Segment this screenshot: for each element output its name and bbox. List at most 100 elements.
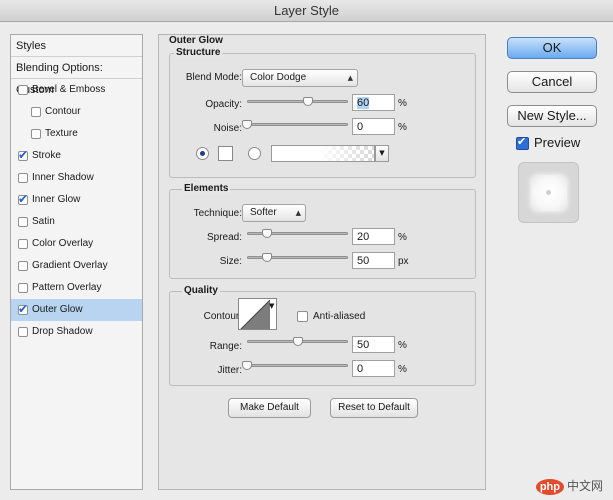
spread-input[interactable]: 20	[352, 228, 395, 245]
jitter-value: 0	[357, 363, 364, 375]
opacity-input[interactable]: 60	[352, 94, 395, 111]
jitter-label: Jitter:	[217, 365, 242, 376]
style-item[interactable]: Outer Glow	[11, 299, 142, 321]
reset-to-default-button[interactable]: Reset to Default	[330, 398, 418, 418]
style-item-checkbox[interactable]	[18, 148, 28, 162]
contour-dropdown-icon: ▼	[269, 302, 275, 310]
style-item[interactable]: Contour	[11, 101, 142, 123]
style-item[interactable]: Inner Shadow	[11, 167, 142, 189]
window-title: Layer Style	[273, 3, 340, 18]
noise-slider-knob[interactable]	[242, 120, 252, 129]
outer-glow-panel: Outer Glow Structure Blend Mode: Color D…	[158, 34, 486, 490]
noise-slider-track[interactable]	[247, 123, 348, 126]
style-item-label: Stroke	[32, 150, 61, 161]
jitter-unit: %	[398, 364, 407, 375]
preview-swatch	[531, 175, 567, 211]
style-item-label: Outer Glow	[32, 304, 83, 315]
watermark-text: 中文网	[566, 479, 603, 493]
style-item[interactable]: Gradient Overlay	[11, 255, 142, 277]
size-unit: px	[398, 256, 409, 267]
style-item-checkbox[interactable]	[18, 239, 28, 249]
style-item-checkbox[interactable]	[18, 327, 28, 337]
jitter-slider-track[interactable]	[247, 364, 348, 367]
style-items: Bevel & Emboss Contour Texture Stroke Inner …	[11, 79, 142, 343]
noise-value: 0	[357, 121, 364, 133]
elements-title: Elements	[182, 183, 231, 194]
style-item[interactable]: Inner Glow	[11, 189, 142, 211]
contour-label: Contour:	[203, 311, 242, 322]
structure-title: Structure	[174, 47, 223, 58]
blend-mode-value: Color Dodge	[250, 72, 307, 83]
style-item[interactable]: Drop Shadow	[11, 321, 142, 343]
new-style-button[interactable]: New Style...	[507, 105, 597, 127]
styles-header[interactable]: Styles	[11, 35, 142, 57]
opacity-slider-track[interactable]	[247, 100, 348, 103]
title-bar: Layer Style	[0, 0, 613, 22]
panel-title: Outer Glow	[169, 35, 223, 46]
range-label: Range:	[209, 341, 242, 352]
anti-aliased-checkbox[interactable]	[297, 311, 308, 322]
style-item[interactable]: Texture	[11, 123, 142, 145]
spread-slider-knob[interactable]	[262, 229, 273, 238]
spread-value: 20	[357, 231, 370, 243]
style-item-label: Drop Shadow	[32, 326, 93, 337]
style-item-label: Inner Shadow	[32, 172, 94, 183]
cancel-button[interactable]: Cancel	[507, 71, 597, 93]
opacity-label: Opacity:	[205, 99, 242, 110]
preview-thumbnail	[518, 162, 579, 223]
blend-mode-select[interactable]: Color Dodge ▲	[242, 69, 358, 87]
blending-options-item[interactable]: Blending Options: Custom	[11, 57, 142, 96]
technique-value: Softer	[250, 207, 277, 218]
spread-label: Spread:	[206, 232, 242, 243]
style-item-checkbox[interactable]	[18, 217, 28, 227]
range-slider-knob[interactable]	[292, 337, 303, 346]
noise-input[interactable]: 0	[352, 118, 395, 135]
gradient-radio[interactable]	[248, 147, 261, 160]
range-unit: %	[398, 340, 407, 351]
style-item-checkbox[interactable]	[18, 173, 28, 183]
style-item-checkbox[interactable]	[18, 261, 28, 271]
preview-checkbox[interactable]	[516, 135, 529, 150]
gradient-swatch[interactable]	[271, 145, 375, 162]
style-item-checkbox[interactable]	[31, 107, 41, 117]
style-item[interactable]: Stroke	[11, 145, 142, 167]
style-item-label: Contour	[45, 106, 81, 117]
gradient-dropdown-icon[interactable]: ▼	[375, 145, 389, 162]
style-item-label: Color Overlay	[32, 238, 94, 249]
jitter-input[interactable]: 0	[352, 360, 395, 377]
anti-aliased-label: Anti-aliased	[313, 311, 366, 322]
range-input[interactable]: 50	[352, 336, 395, 353]
style-item[interactable]: Pattern Overlay	[11, 277, 142, 299]
contour-curve-icon	[240, 300, 270, 329]
spread-unit: %	[398, 232, 407, 243]
quality-title: Quality	[182, 285, 220, 296]
size-label: Size:	[219, 256, 242, 267]
contour-picker[interactable]: ▼	[238, 298, 277, 330]
blend-mode-label: Blend Mode:	[185, 72, 242, 83]
style-item-checkbox[interactable]	[31, 129, 41, 139]
style-item[interactable]: Satin	[11, 211, 142, 233]
style-item[interactable]: Bevel & Emboss	[11, 79, 142, 101]
style-item-checkbox[interactable]	[18, 192, 28, 206]
layer-style-dialog: Layer Style Styles Blending Options: Cus…	[0, 0, 613, 500]
style-item-checkbox[interactable]	[18, 85, 28, 95]
quality-group: Quality Contour: ▼ Anti-aliased Range: 5…	[169, 285, 476, 386]
make-default-button[interactable]: Make Default	[228, 398, 311, 418]
solid-color-radio[interactable]	[196, 147, 209, 160]
noise-unit: %	[398, 122, 407, 133]
watermark-logo: php	[535, 479, 564, 495]
styles-header-label: Styles	[16, 40, 46, 52]
style-item-label: Bevel & Emboss	[32, 84, 106, 95]
style-item[interactable]: Color Overlay	[11, 233, 142, 255]
style-item-label: Satin	[32, 216, 55, 227]
size-slider-knob[interactable]	[262, 253, 273, 262]
style-item-label: Gradient Overlay	[32, 260, 108, 271]
style-item-checkbox[interactable]	[18, 302, 28, 316]
jitter-slider-knob[interactable]	[242, 361, 252, 370]
opacity-slider-knob[interactable]	[302, 97, 313, 106]
glow-color-swatch[interactable]	[218, 146, 233, 161]
ok-button[interactable]: OK	[507, 37, 597, 59]
size-input[interactable]: 50	[352, 252, 395, 269]
style-item-checkbox[interactable]	[18, 283, 28, 293]
technique-select[interactable]: Softer ▲	[242, 204, 306, 222]
